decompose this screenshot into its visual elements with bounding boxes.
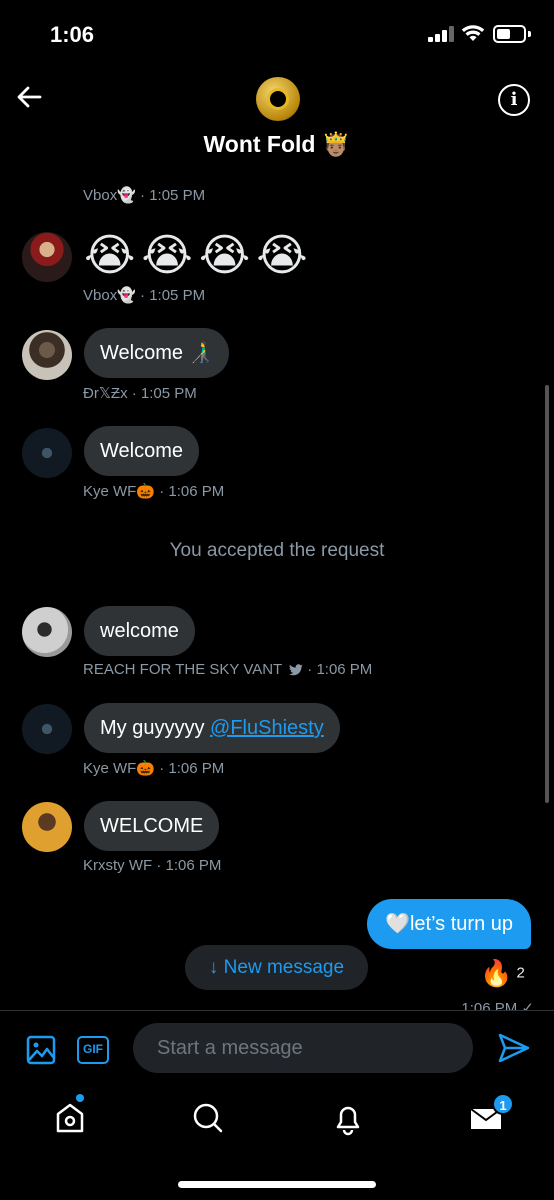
- message-text: My guyyyyy: [100, 717, 205, 739]
- home-icon[interactable]: [50, 1098, 90, 1138]
- message-time: · 1:06 PM: [159, 760, 225, 777]
- sender-name: Ɖr𝕏Ƶx: [83, 385, 128, 402]
- message-meta: Vbox👻 · 1:05 PM: [83, 286, 205, 304]
- sender-name: REACH FOR THE SKY VANT: [83, 661, 282, 678]
- message-meta: Kye WF🎃 · 1:06 PM: [83, 482, 224, 500]
- reaction-count: 2: [516, 964, 525, 982]
- wifi-icon: [461, 25, 485, 41]
- reaction-badge[interactable]: 🔥 2: [480, 958, 525, 989]
- message-meta: Krxsty WF · 1:06 PM: [83, 857, 221, 874]
- avatar[interactable]: [22, 607, 72, 657]
- home-badge-dot: [76, 1094, 84, 1102]
- message-meta: Vbox👻 · 1:05 PM: [83, 186, 205, 204]
- battery-icon: [493, 25, 526, 43]
- message-time: · 1:06 PM: [156, 857, 222, 874]
- notifications-bell-icon[interactable]: [328, 1098, 368, 1138]
- bird-icon: [289, 664, 304, 676]
- messages-badge: 1: [492, 1093, 514, 1115]
- send-icon[interactable]: [497, 1031, 531, 1065]
- avatar[interactable]: [22, 232, 72, 282]
- back-arrow-icon[interactable]: [14, 82, 44, 112]
- message-meta: REACH FOR THE SKY VANT · 1:06 PM: [83, 661, 372, 678]
- sender-name: Kye WF🎃: [83, 483, 156, 500]
- gif-button[interactable]: GIF: [77, 1036, 109, 1064]
- message-bubble[interactable]: Welcome 👨‍🦯: [84, 328, 230, 378]
- sender-name: Vbox👻: [83, 187, 136, 204]
- message-time: · 1:06 PM: [307, 661, 373, 678]
- message-input[interactable]: [133, 1023, 473, 1073]
- message-bubble[interactable]: welcome: [84, 606, 195, 656]
- conversation-title: Wont Fold 🤴🏽: [203, 131, 351, 157]
- mention-link[interactable]: @FluShiesty: [210, 717, 324, 739]
- message-time: · 1:05 PM: [140, 187, 206, 204]
- sender-name: Kye WF🎃: [83, 760, 156, 777]
- scrollbar[interactable]: [545, 385, 549, 803]
- emoji-message: 😭😭😭😭: [84, 231, 314, 280]
- message-bubble[interactable]: WELCOME: [84, 801, 220, 851]
- group-avatar[interactable]: [256, 77, 300, 121]
- message-bubble[interactable]: Welcome: [84, 426, 199, 476]
- cellular-signal-icon: [428, 26, 454, 42]
- status-time: 1:06: [50, 22, 95, 47]
- message-time: · 1:05 PM: [140, 287, 206, 304]
- fire-reaction-icon: 🔥: [480, 958, 513, 988]
- search-icon[interactable]: [188, 1098, 228, 1138]
- new-message-button[interactable]: ↓ New message: [185, 945, 368, 990]
- info-icon[interactable]: i: [498, 84, 530, 116]
- image-icon[interactable]: [26, 1035, 56, 1065]
- avatar[interactable]: [22, 704, 72, 754]
- message-meta: Ɖr𝕏Ƶx · 1:05 PM: [83, 384, 197, 402]
- sender-name: Krxsty WF: [83, 857, 153, 874]
- home-indicator: [178, 1181, 376, 1188]
- sent-message-bubble[interactable]: 🤍let’s turn up: [367, 899, 531, 949]
- message-time: · 1:05 PM: [131, 385, 197, 402]
- system-message: You accepted the request: [169, 540, 385, 561]
- message-meta: Kye WF🎃 · 1:06 PM: [83, 759, 224, 777]
- status-bar: 1:06: [0, 0, 554, 70]
- avatar[interactable]: [22, 428, 72, 478]
- conversation-header: Wont Fold 🤴🏽 i: [0, 70, 554, 170]
- sender-name: Vbox👻: [83, 287, 136, 304]
- avatar[interactable]: [22, 330, 72, 380]
- message-bubble[interactable]: My guyyyyy @FluShiesty: [84, 703, 340, 753]
- avatar[interactable]: [22, 802, 72, 852]
- message-composer: GIF: [0, 1010, 554, 1084]
- message-time: · 1:06 PM: [159, 483, 225, 500]
